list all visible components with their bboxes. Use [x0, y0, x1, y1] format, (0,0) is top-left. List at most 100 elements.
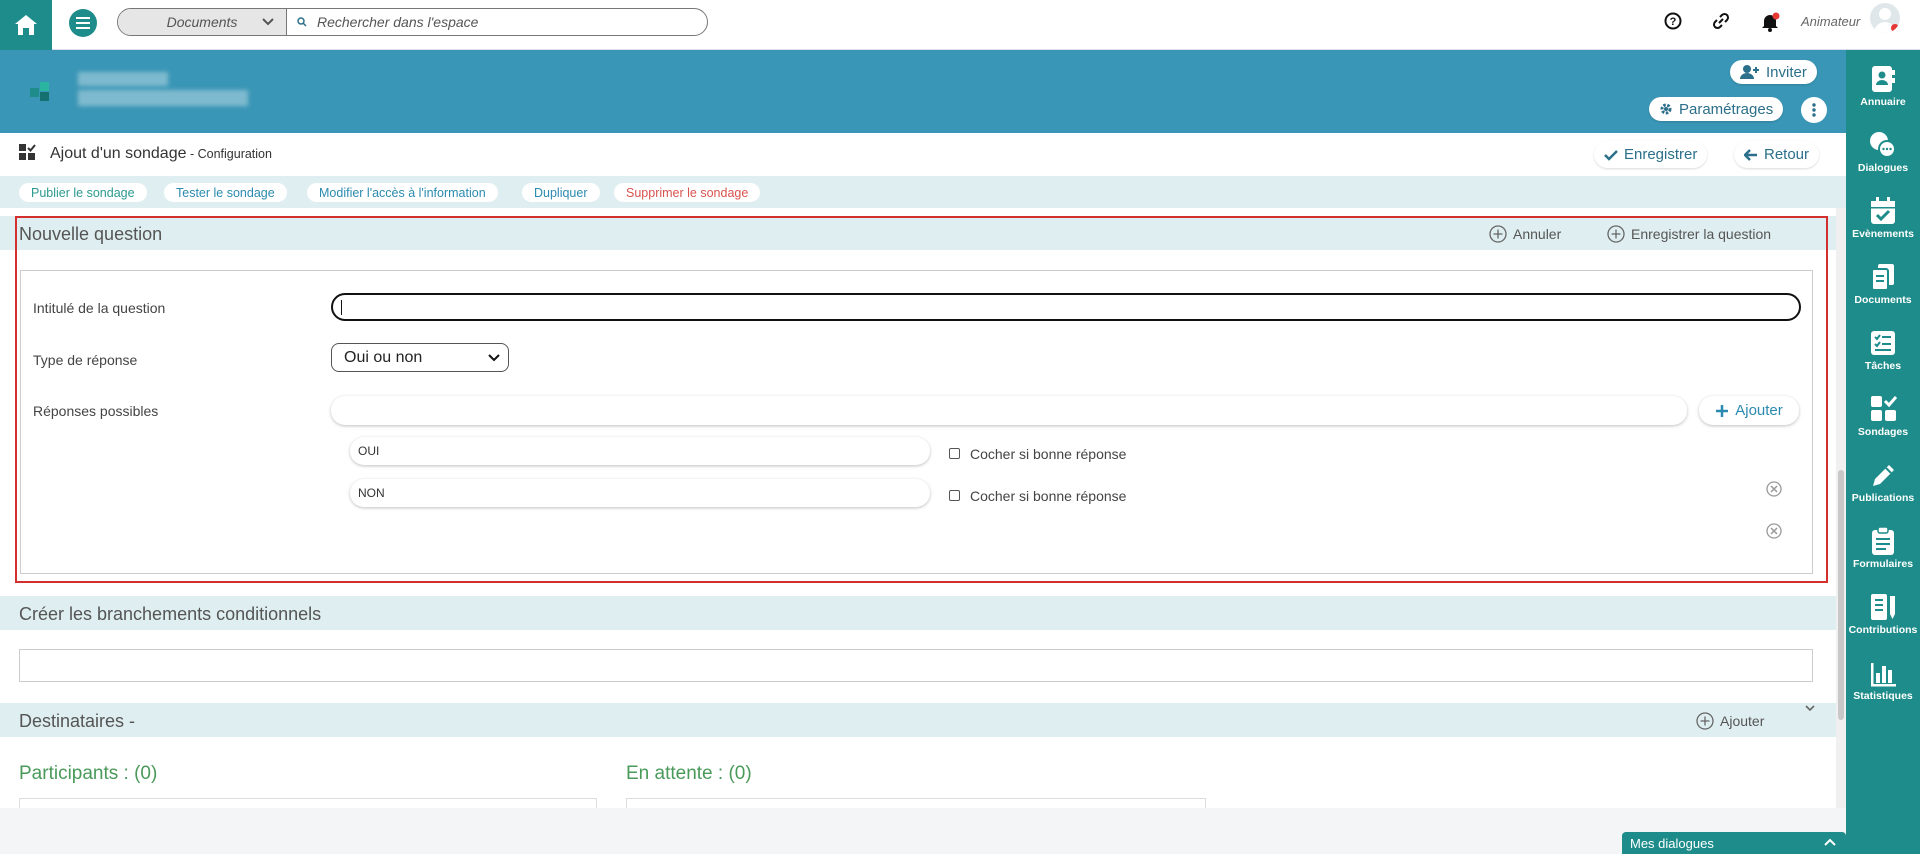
response-type-value: Oui ou non	[344, 348, 423, 366]
sidebar-item-statistiques[interactable]: Statistiques	[1846, 658, 1920, 702]
invite-label: Inviter	[1766, 63, 1807, 81]
back-button[interactable]: Retour	[1734, 141, 1820, 168]
username: Animateur	[1801, 14, 1861, 29]
add-response-label: Ajouter	[1735, 402, 1783, 419]
settings-button[interactable]: Paramétrages	[1649, 97, 1784, 121]
menu-button[interactable]	[69, 9, 97, 37]
arrow-left-icon	[1744, 148, 1757, 161]
test-poll-button[interactable]: Tester le sondage	[164, 183, 287, 202]
correct-answer-label: Cocher si bonne réponse	[970, 446, 1127, 462]
response-option-oui[interactable]: OUI	[350, 437, 930, 465]
add-recipient-button[interactable]: Ajouter	[1696, 712, 1764, 730]
sidebar-item-taches[interactable]: Tâches	[1846, 328, 1920, 372]
plus-circle-icon	[1607, 225, 1625, 243]
top-bar: Documents ? Animateur	[0, 0, 1920, 50]
scrollbar-thumb[interactable]	[1838, 470, 1844, 720]
save-question-button[interactable]: Enregistrer la question	[1607, 225, 1771, 243]
right-sidebar: Annuaire Dialogues Evènements Documents …	[1846, 50, 1920, 854]
invite-button[interactable]: Inviter	[1730, 60, 1817, 84]
remove-option-icon[interactable]	[1766, 523, 1782, 539]
sidebar-item-annuaire[interactable]: Annuaire	[1846, 64, 1920, 108]
chevron-up-icon	[1824, 838, 1836, 846]
sidebar-item-publications[interactable]: Publications	[1846, 460, 1920, 504]
add-recipient-label: Ajouter	[1720, 713, 1765, 729]
sidebar-item-sondages[interactable]: Sondages	[1846, 394, 1920, 438]
add-user-icon	[1740, 65, 1759, 79]
publish-poll-button[interactable]: Publier le sondage	[19, 183, 147, 202]
gear-icon	[1660, 103, 1672, 115]
possible-responses-label: Réponses possibles	[33, 403, 159, 419]
modify-access-button[interactable]: Modifier l'accès à l'information	[307, 183, 498, 202]
avatar[interactable]	[1870, 3, 1900, 33]
sidebar-item-formulaires[interactable]: Formulaires	[1846, 526, 1920, 570]
save-button[interactable]: Enregistrer	[1594, 141, 1708, 168]
sidebar-item-dialogues[interactable]: Dialogues	[1846, 130, 1920, 174]
chevron-down-icon	[488, 354, 500, 362]
branches-box	[19, 649, 1813, 682]
question-title-label: Intitulé de la question	[33, 300, 166, 316]
correct-answer-label: Cocher si bonne réponse	[970, 488, 1127, 504]
my-dialogs-tab[interactable]: Mes dialogues	[1622, 832, 1846, 854]
space-name-blurred	[78, 72, 168, 86]
participants-heading: Participants : (0)	[19, 763, 158, 784]
bell-icon[interactable]	[1760, 12, 1780, 32]
sidebar-item-documents[interactable]: Documents	[1846, 262, 1920, 306]
branches-header: Créer les branchements conditionnels	[0, 596, 1836, 630]
pending-heading: En attente : (0)	[626, 763, 752, 784]
page-subtitle: - Configuration	[186, 147, 272, 161]
response-type-select[interactable]: Oui ou non	[331, 343, 509, 372]
page-bottom	[0, 808, 1846, 854]
space-subtitle-blurred	[78, 90, 248, 106]
remove-option-icon[interactable]	[1766, 481, 1782, 497]
documents-icon	[1871, 264, 1894, 291]
my-dialogs-label: Mes dialogues	[1630, 835, 1714, 851]
sidebar-item-contributions[interactable]: Contributions	[1846, 592, 1920, 636]
home-button[interactable]	[0, 0, 52, 50]
new-question-header: Nouvelle question Annuler Enregistrer la…	[0, 216, 1836, 250]
search-bar: Documents	[117, 8, 708, 36]
link-icon[interactable]	[1711, 12, 1731, 30]
space-banner	[0, 50, 1846, 133]
search-scope-select[interactable]: Documents	[118, 9, 287, 35]
space-logo-icon	[30, 82, 49, 101]
pen-icon	[1873, 465, 1894, 486]
sidebar-item-evenements[interactable]: Evènements	[1846, 196, 1920, 240]
save-question-label: Enregistrer la question	[1631, 226, 1772, 242]
add-response-button[interactable]: Ajouter	[1699, 396, 1799, 425]
chevron-down-icon[interactable]	[1805, 705, 1815, 712]
recipients-header: Destinataires - Ajouter	[0, 703, 1836, 737]
clipboard-icon	[1872, 526, 1894, 555]
new-response-input[interactable]	[331, 396, 1687, 425]
home-icon	[15, 15, 37, 35]
user-avatar-icon	[1874, 8, 1899, 33]
new-question-title: Nouvelle question	[19, 224, 163, 244]
plus-icon	[1716, 404, 1729, 417]
plus-circle-icon	[1489, 225, 1507, 243]
back-label: Retour	[1764, 146, 1810, 163]
page-title: Ajout d'un sondage - Configuration	[50, 145, 272, 163]
page-scrollbar[interactable]	[1836, 208, 1846, 808]
page-title-text: Ajout d'un sondage	[50, 145, 187, 162]
calendar-check-icon	[1871, 197, 1895, 224]
chat-bubbles-icon	[1870, 132, 1896, 158]
correct-answer-checkbox-non[interactable]	[949, 490, 960, 501]
poll-actions-bar: Publier le sondage Tester le sondage Mod…	[0, 176, 1846, 208]
checklist-icon	[1871, 331, 1895, 355]
help-icon[interactable]: ?	[1664, 12, 1682, 30]
response-option-non[interactable]: NON	[350, 479, 930, 507]
poll-icon	[1871, 396, 1897, 421]
search-scope-label: Documents	[166, 14, 238, 30]
question-title-input[interactable]	[331, 293, 1801, 321]
cancel-question-button[interactable]: Annuler	[1489, 225, 1561, 243]
page-title-bar: Ajout d'un sondage - Configuration Enreg…	[0, 133, 1846, 176]
save-label: Enregistrer	[1624, 146, 1698, 163]
search-input[interactable]	[317, 9, 707, 35]
duplicate-button[interactable]: Dupliquer	[522, 183, 600, 202]
vertical-dots-icon	[1812, 103, 1816, 117]
correct-answer-checkbox-oui[interactable]	[949, 448, 960, 459]
cancel-question-label: Annuler	[1513, 226, 1562, 242]
delete-poll-button[interactable]: Supprimer le sondage	[614, 183, 761, 202]
more-options-button[interactable]	[1801, 97, 1827, 123]
response-type-label: Type de réponse	[33, 352, 138, 368]
bar-chart-icon	[1871, 663, 1896, 687]
